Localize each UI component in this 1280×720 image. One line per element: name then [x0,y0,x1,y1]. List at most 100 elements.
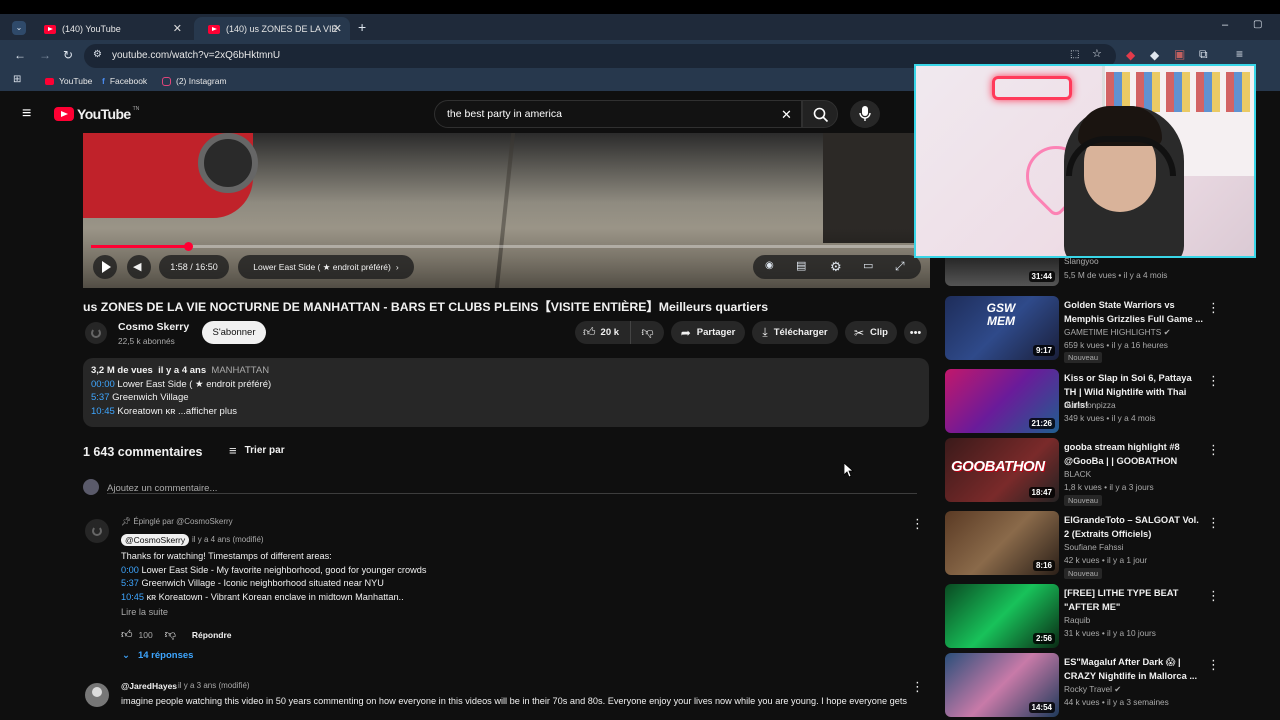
comment-line-text: Greenwich Village - Iconic neighborhood … [141,578,384,588]
timestamp-link[interactable]: 10:45 [121,592,144,602]
pinned-text: Épinglé par @CosmoSkerry [133,517,233,526]
more-vertical-icon[interactable]: ⋮ [1207,442,1220,458]
extension-icon[interactable]: ◆ [1126,49,1135,61]
settings-gear-icon[interactable]: ⚙ [830,260,842,273]
recommended-video[interactable]: 2:56 [FREE] LITHE TYPE BEAT "AFTER ME" R… [945,584,1280,650]
search-button[interactable] [802,100,838,128]
hamburger-menu-icon[interactable]: ≡ [22,106,31,122]
share-button[interactable]: ➦ Partager [671,321,745,344]
comment-menu-icon[interactable]: ⋮ [911,679,924,695]
instagram-icon [162,76,171,86]
subscriber-count: 22,5 k abonnés [118,336,175,346]
hashtag[interactable]: MANHATTAN [211,365,269,376]
search-input[interactable]: the best party in america ✕ [434,100,802,128]
time-display: 1:58 / 16:50 [159,255,229,279]
more-vertical-icon[interactable]: ⋮ [1207,515,1220,531]
dislike-button[interactable]: 👎︎ [631,325,664,340]
reply-button[interactable]: Répondre [192,630,232,640]
sort-button[interactable]: ≡ Trier par [229,443,285,458]
recommended-video[interactable]: 8:16 ElGrandeToto – SALGOAT Vol. 2 (Extr… [945,511,1280,579]
bookmark-star-icon[interactable]: ☆ [1092,49,1102,60]
more-vertical-icon[interactable]: ⋮ [1207,588,1220,604]
more-vertical-icon[interactable]: ⋮ [1207,373,1220,389]
subscribe-button[interactable]: S'abonner [202,321,266,344]
video-title[interactable]: ES"Magaluf After Dark 😱 | CRAZY Nightlif… [1064,656,1204,683]
comment-menu-icon[interactable]: ⋮ [911,516,924,532]
new-tab-icon[interactable]: + [358,20,366,34]
autoplay-toggle-icon[interactable]: ◉ [765,261,774,271]
clip-button[interactable]: ✂ Clip [845,321,897,344]
menu-icon[interactable]: ≡ [1236,48,1243,60]
subtitles-icon[interactable]: ▤ [796,261,806,272]
subscribe-label: S'abonner [212,327,256,338]
bookmark-youtube[interactable]: YouTube [45,76,92,86]
miniplayer-icon[interactable]: ▭ [863,261,873,272]
video-thumbnail[interactable]: 14:54 [945,653,1059,717]
clear-search-icon[interactable]: ✕ [781,108,792,121]
video-thumbnail[interactable]: GOOBATHON 18:47 [945,438,1059,502]
fullscreen-icon[interactable]: ⤢ [895,260,905,272]
bookmark-instagram[interactable]: (2) Instagram [162,76,227,86]
video-title[interactable]: Golden State Warriors vs Memphis Grizzli… [1064,299,1204,326]
extension-icon[interactable]: ◆ [1150,49,1159,61]
extension-icon[interactable]: ▣ [1174,48,1185,60]
reload-icon[interactable]: ↻ [63,49,73,61]
video-title[interactable]: gooba stream highlight #8 @GooBa | | GOO… [1064,441,1204,468]
timestamp-link[interactable]: 00:00 [91,379,115,390]
close-tab-icon[interactable]: ✕ [173,22,182,35]
volume-button[interactable]: ◀ [127,255,151,279]
comment-author-chip[interactable]: @CosmoSkerry [121,534,190,546]
timestamp-link[interactable]: 5:37 [121,578,139,588]
more-vertical-icon[interactable]: ⋮ [1207,657,1220,673]
close-tab-icon[interactable]: ✕ [333,22,342,35]
comment-avatar[interactable] [85,683,109,707]
youtube-logo[interactable]: YouTube TN [54,106,139,122]
replies-toggle[interactable]: ⌄ 14 réponses [122,650,193,661]
recommended-video[interactable]: GOOBATHON 18:47 gooba stream highlight #… [945,438,1280,506]
voice-search-button[interactable] [850,100,880,128]
back-icon[interactable]: ← [14,49,26,61]
video-thumbnail[interactable]: 2:56 [945,584,1059,648]
site-info-icon[interactable]: ⚙ [93,50,102,60]
extensions-puzzle-icon[interactable]: ⧉ [1199,48,1208,60]
timestamp-link[interactable]: 10:45 [91,406,115,417]
add-comment-input[interactable]: Ajoutez un commentaire... [107,478,917,494]
video-title[interactable]: ElGrandeToto – SALGOAT Vol. 2 (Extraits … [1064,514,1204,541]
install-icon[interactable]: ⬚ [1070,50,1079,60]
comment-like-icon[interactable]: 👍︎ [121,628,133,641]
tab-video-active[interactable]: (140) us ZONES DE LA VIE NOC ✕ [194,17,350,41]
video-thumbnail[interactable]: 21:26 [945,369,1059,433]
tab-youtube-home[interactable]: (140) YouTube ✕ [30,17,190,41]
read-more-link[interactable]: Lire la suite [121,606,821,620]
like-button[interactable]: 👍︎ 20 k [575,321,631,344]
facebook-icon: f [102,76,105,86]
tab-search-icon[interactable]: ⌄ [12,21,26,35]
channel-name[interactable]: Cosmo Skerry [118,321,189,333]
forward-icon[interactable]: → [39,49,51,61]
minimize-icon[interactable]: – [1222,20,1228,31]
download-button[interactable]: ⤓ Télécharger [752,321,838,344]
video-title[interactable]: [FREE] LITHE TYPE BEAT "AFTER ME" [1064,587,1204,614]
chapter-button[interactable]: Lower East Side ( ★ endroit préféré) › [238,255,414,279]
recommended-video[interactable]: 21:26 Kiss or Slap in Soi 6, Pattaya TH … [945,369,1280,435]
recommended-video[interactable]: 14:54 ES"Magaluf After Dark 😱 | CRAZY Ni… [945,653,1280,719]
comment-author[interactable]: @JaredHayes [121,681,177,691]
more-actions-button[interactable]: ••• [904,321,927,344]
progress-track[interactable] [91,242,921,251]
description-box[interactable]: 3,2 M de vues il y a 4 ans MANHATTAN 00:… [83,358,929,427]
more-vertical-icon[interactable]: ⋮ [1207,300,1220,316]
channel-name: Rocky Travel ✔ [1064,684,1122,694]
video-thumbnail[interactable]: GSW MEM 9:17 [945,296,1059,360]
play-button[interactable] [93,255,117,279]
maximize-icon[interactable]: ▢ [1253,20,1262,30]
channel-avatar[interactable] [85,322,107,344]
comment-avatar[interactable] [85,519,109,543]
timestamp-link[interactable]: 5:37 [91,392,110,403]
comment-dislike-icon[interactable]: 👎︎ [165,628,176,641]
timestamp-link[interactable]: 0:00 [121,565,139,575]
recommended-video[interactable]: GSW MEM 9:17 Golden State Warriors vs Me… [945,296,1280,363]
video-player[interactable]: ◀ 1:58 / 16:50 Lower East Side ( ★ endro… [83,133,930,288]
bookmark-facebook[interactable]: f Facebook [102,76,147,86]
video-thumbnail[interactable]: 8:16 [945,511,1059,575]
apps-grid-icon[interactable]: ⊞ [13,75,21,85]
